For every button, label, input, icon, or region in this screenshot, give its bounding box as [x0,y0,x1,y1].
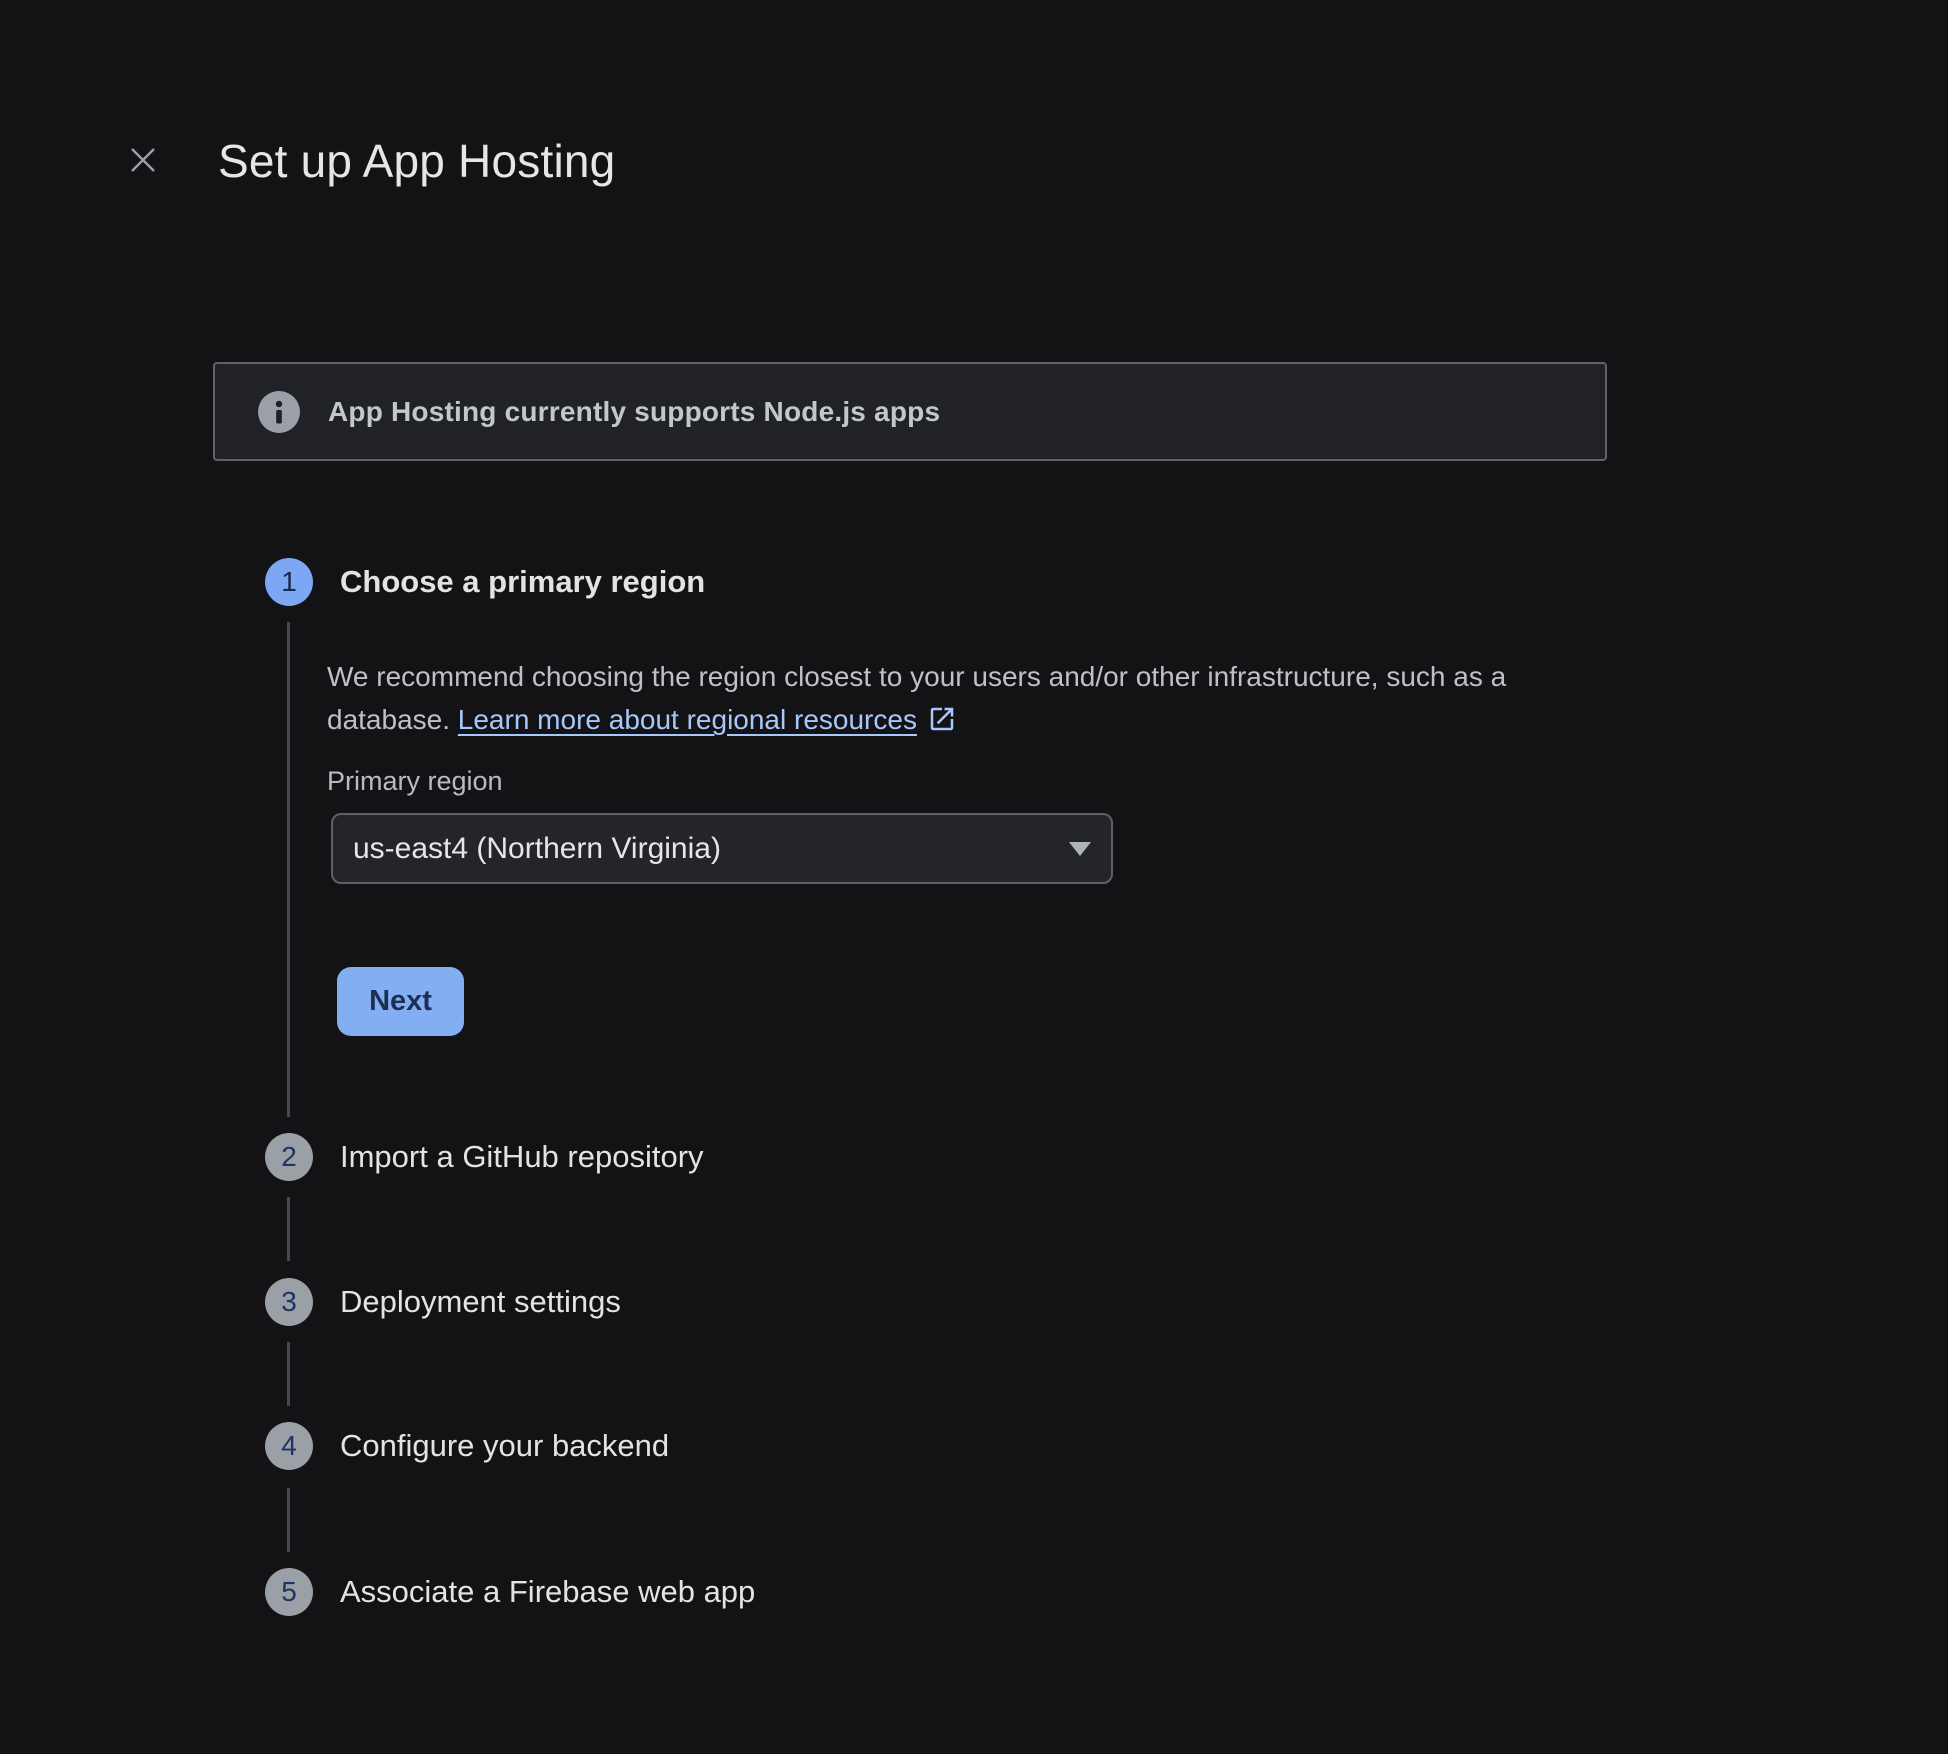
step-number: 4 [281,1430,297,1462]
info-banner: App Hosting currently supports Node.js a… [213,362,1607,461]
step-title-configure-your-backend: Configure your backend [340,1422,669,1470]
step-title-deployment-settings: Deployment settings [340,1278,621,1326]
step-number: 1 [281,566,297,598]
step-number: 2 [281,1141,297,1173]
open-in-new-icon[interactable] [927,703,957,746]
stepper-connector [287,622,290,1117]
learn-more-link[interactable]: Learn more about regional resources [458,704,917,735]
description-line-2-prefix: database. [327,704,458,735]
stepper-connector [287,1197,290,1261]
description-line-1: We recommend choosing the region closest… [327,655,1506,698]
description-line-2: database. Learn more about regional reso… [327,698,1506,746]
step-number: 3 [281,1286,297,1318]
close-icon [129,146,157,174]
step-indicator-3: 3 [265,1278,313,1326]
setup-app-hosting-dialog: Set up App Hosting App Hosting currently… [0,0,1948,1754]
stepper-connector [287,1342,290,1406]
step-title-choose-primary-region: Choose a primary region [340,558,705,606]
close-button[interactable] [121,138,165,182]
step-indicator-1: 1 [265,558,313,606]
step-indicator-2: 2 [265,1133,313,1181]
primary-region-selected-value: us-east4 (Northern Virginia) [353,832,721,866]
primary-region-label: Primary region [327,766,503,797]
step-title-import-github-repository: Import a GitHub repository [340,1133,704,1181]
banner-text: App Hosting currently supports Node.js a… [328,396,940,428]
step-indicator-5: 5 [265,1568,313,1616]
stepper-connector [287,1488,290,1552]
step-title-associate-firebase-web-app: Associate a Firebase web app [340,1568,755,1616]
page-title: Set up App Hosting [218,134,615,188]
step1-description: We recommend choosing the region closest… [327,655,1506,746]
primary-region-select[interactable]: us-east4 (Northern Virginia) [331,813,1113,884]
next-button[interactable]: Next [337,967,464,1036]
step-indicator-4: 4 [265,1422,313,1470]
info-icon [258,391,300,433]
dropdown-arrow-icon [1069,842,1091,856]
step-number: 5 [281,1576,297,1608]
